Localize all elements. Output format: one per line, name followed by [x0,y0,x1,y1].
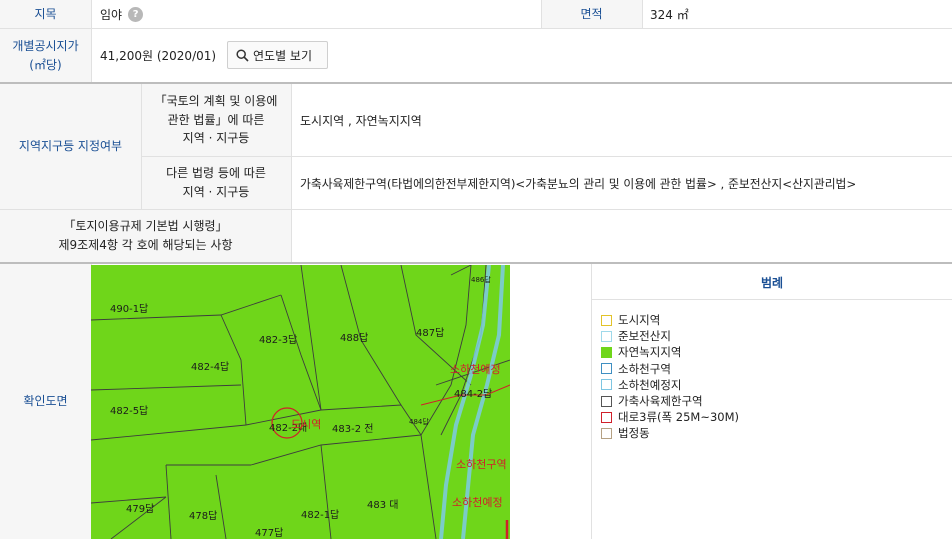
map-overlay-label: 소하천구역 [456,458,507,471]
year-view-label: 연도별 보기 [253,48,313,63]
legend-label: 법정동 [618,426,650,441]
legend-swatch [601,379,612,391]
legend-list: 도시지역 준보전산지 자연녹지지역 소하천구역 소하천예정지가축사육제한구역 대로3류(폭… [601,312,739,442]
map-parcel-label: 479답 [126,504,155,515]
legend-label: 가축사육제한구역 [618,394,703,409]
map-parcel-label: 484답 [409,418,429,426]
map-parcel-label: 487답 [416,328,445,339]
zone-law-value: 도시지역 , 자연녹지지역 [300,113,422,128]
legend-swatch [601,314,612,326]
legend-label: 준보전산지 [618,329,671,344]
map-label: 확인도면 [0,264,91,539]
jimok-label: 지목 [0,0,91,28]
map-parcel-label: 482-4답 [191,362,230,373]
area-label: 면적 [541,0,642,28]
legend-item: 법정동 [601,425,739,441]
legend-item: 자연녹지지역 [601,344,739,360]
map-overlay-label: 소하천예정 [450,363,501,376]
confirmation-map[interactable]: 490-1답 482-3답 488답 487답 482-4답 482-5답 48… [91,265,510,539]
rule-label: 「토지이용규제 기본법 시행령」 제9조제4항 각 호에 해당되는 사항 [0,210,291,262]
zone-other-value: 가축사육제한구역(타법에의한전부제한지역)<가축분뇨의 관리 및 이용에 관한 … [300,176,857,191]
legend-label: 자연녹지지역 [618,345,682,360]
legend-item: 소하천구역 [601,361,739,377]
map-parcel-label: 483-2 전 [332,424,374,435]
legend-item: 대로3류(폭 25M~30M) [601,409,739,425]
legend-label: 도시지역 [618,313,661,328]
map-parcel-label: 478답 [189,511,218,522]
legend-swatch [601,395,612,407]
price-value: 41,200원 (2020/01) [100,49,217,63]
zone-other-label: 다른 법령 등에 따른 지역 · 지구등 [141,157,291,209]
jimok-value: 임야 [100,7,123,22]
jimok-value-cell: 임야 ? [100,0,144,28]
price-label: 개별공시지가 (㎡당) [0,29,91,82]
search-icon [236,48,249,62]
map-parcel-label: 482-3답 [259,335,298,346]
legend-swatch [601,363,612,375]
legend-item: 가축사육제한구역 [601,393,739,409]
map-overlay-label: 소하천예정 [452,496,503,509]
year-view-button[interactable]: 연도별 보기 [227,41,328,69]
legend-label: 소하천예정지 [618,377,682,392]
legend-item: 도시지역 [601,312,739,328]
legend-title: 범례 [592,266,952,300]
map-parcel-label: 482-5답 [110,406,149,417]
legend-swatch [601,330,612,342]
map-parcel-label: 483 대 [367,500,399,511]
map-parcel-label: 477답 [255,528,284,539]
map-parcel-label: 490-1답 [110,304,149,315]
map-overlay-label: 도시역 [291,418,322,431]
zone-label: 지역지구등 지정여부 [0,84,141,209]
map-parcel-label: 484-2답 [454,389,493,400]
parcel-lines [91,265,510,539]
legend-item: 소하천예정지 [601,377,739,393]
legend-label: 대로3류(폭 25M~30M) [618,410,740,425]
map-parcel-label: 488답 [340,333,369,344]
area-value: 324 ㎡ [650,7,689,22]
legend-label: 소하천구역 [618,361,671,376]
map-parcel-label: 486답 [471,276,491,284]
legend-swatch [601,427,612,439]
help-icon[interactable]: ? [128,6,144,22]
legend-swatch [601,346,612,358]
map-parcel-label: 482-1답 [301,510,340,521]
zone-law-label: 「국토의 계획 및 이용에 관한 법률」에 따른 지역 · 지구등 [141,84,291,156]
legend-item: 준보전산지 [601,328,739,344]
legend-swatch [601,411,612,423]
